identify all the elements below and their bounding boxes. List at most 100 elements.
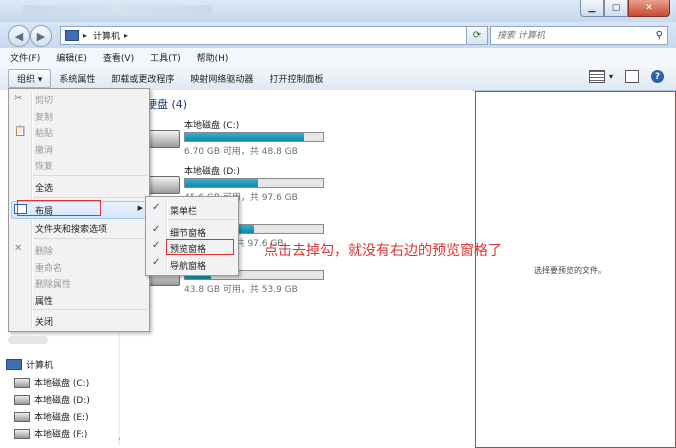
organize-button[interactable]: 组织 ▾ <box>8 68 52 88</box>
title-bar: ▁ ▢ ✕ <box>0 0 676 22</box>
paste-icon: 📋 <box>14 126 27 137</box>
drive-icon <box>146 130 180 148</box>
nav-item-computer[interactable]: 计算机 <box>6 358 53 371</box>
menu-item-rename[interactable]: 重命名 <box>35 261 62 274</box>
cut-icon: ✂ <box>14 93 23 104</box>
help-icon[interactable]: ? <box>651 70 664 83</box>
organize-menu: ✂ 剪切 复制 📋 粘贴 撤消 恢复 全选 布局 ▶ 文件夹和搜索选项 ✕ 删除… <box>8 88 150 332</box>
open-control-panel-button[interactable]: 打开控制面板 <box>261 72 331 85</box>
forward-arrow-icon: ▶ <box>36 29 46 43</box>
search-box[interactable]: ⚲ <box>490 26 668 45</box>
forward-button[interactable]: ▶ <box>30 25 52 47</box>
drive-icon <box>14 411 30 422</box>
menu-tools[interactable]: 工具(T) <box>140 51 187 64</box>
system-properties-button[interactable]: 系统属性 <box>51 72 103 85</box>
menu-item-paste[interactable]: 粘贴 <box>35 126 53 139</box>
layout-submenu: ✓ 菜单栏 ✓ 细节窗格 ✓ 预览窗格 ✓ 导航窗格 <box>145 196 239 276</box>
submenu-item-details-pane[interactable]: 细节窗格 <box>170 226 206 239</box>
menu-bar: 文件(F) 编辑(E) 查看(V) 工具(T) 帮助(H) <box>0 48 676 66</box>
menu-item-close[interactable]: 关闭 <box>35 315 53 328</box>
menu-separator <box>33 238 147 239</box>
blurred-nav-item <box>8 336 48 344</box>
nav-item-drive-d[interactable]: 本地磁盘 (D:) <box>14 393 90 406</box>
uninstall-program-button[interactable]: 卸载或更改程序 <box>103 72 182 85</box>
menu-item-undo[interactable]: 撤消 <box>35 143 53 156</box>
drive-name: 本地磁盘 (C:) <box>184 121 240 131</box>
refresh-button[interactable]: ⟳ <box>466 26 488 45</box>
menu-gutter <box>166 199 168 273</box>
menu-separator <box>168 219 236 220</box>
submenu-arrow-icon: ▶ <box>137 204 143 212</box>
breadcrumb-arrow-icon[interactable]: ▸ <box>83 31 87 40</box>
nav-label: 本地磁盘 (D:) <box>34 396 90 406</box>
drive-icon <box>14 394 30 405</box>
menu-file[interactable]: 文件(F) <box>0 51 46 64</box>
layout-highlight-box <box>17 200 101 216</box>
menu-item-remove-properties[interactable]: 删除属性 <box>35 277 71 290</box>
drive-usage-bar <box>184 132 324 142</box>
search-icon[interactable]: ⚲ <box>656 30 663 41</box>
drive-info: 43.8 GB 可用，共 53.9 GB <box>184 285 298 295</box>
check-icon: ✓ <box>152 202 161 213</box>
search-input[interactable] <box>495 29 649 42</box>
nav-label: 本地磁盘 (E:) <box>34 413 89 423</box>
drive-icon <box>146 176 180 194</box>
breadcrumb-arrow-icon[interactable]: ▸ <box>124 31 128 40</box>
submenu-item-navigation-pane[interactable]: 导航窗格 <box>170 259 206 272</box>
drive-icon <box>14 377 30 388</box>
drive-usage-bar <box>184 178 324 188</box>
delete-icon: ✕ <box>14 243 23 254</box>
annotation-text: 点击去掉勾，就没有右边的预览窗格了 <box>264 243 502 259</box>
menu-edit[interactable]: 编辑(E) <box>46 51 93 64</box>
computer-icon <box>6 359 22 370</box>
blurred-window-title <box>22 5 212 15</box>
drive-info: 6.70 GB 可用，共 48.8 GB <box>184 147 298 157</box>
drive-usage-fill <box>185 133 304 141</box>
check-icon: ✓ <box>152 257 161 268</box>
address-bar[interactable]: ▸ 计算机 ▸ ▾ <box>60 26 486 45</box>
toolbar-right: ▾ ? <box>588 70 664 83</box>
check-icon: ✓ <box>152 224 161 235</box>
nav-label: 计算机 <box>26 361 54 371</box>
drive-name: 本地磁盘 (D:) <box>184 167 240 177</box>
refresh-icon: ⟳ <box>472 30 482 41</box>
breadcrumb-computer[interactable]: 计算机 <box>93 29 120 42</box>
nav-item-drive-f[interactable]: 本地磁盘 (F:) <box>14 427 87 440</box>
window-controls: ▁ ▢ ✕ <box>580 0 670 17</box>
back-button[interactable]: ◀ <box>8 25 30 47</box>
maximize-button[interactable]: ▢ <box>604 0 628 17</box>
nav-label: 本地磁盘 (C:) <box>34 379 90 389</box>
minimize-button[interactable]: ▁ <box>580 0 604 17</box>
close-button[interactable]: ✕ <box>628 0 670 17</box>
drive-usage-fill <box>185 179 259 187</box>
menu-item-select-all[interactable]: 全选 <box>35 181 53 194</box>
menu-item-folder-options[interactable]: 文件夹和搜索选项 <box>35 222 107 235</box>
drive-icon <box>14 428 30 439</box>
menu-item-cut[interactable]: 剪切 <box>35 93 53 106</box>
computer-icon <box>65 30 79 41</box>
preview-pane-highlight-box <box>166 239 234 255</box>
nav-item-drive-e[interactable]: 本地磁盘 (E:) <box>14 410 89 423</box>
nav-label: 本地磁盘 (F:) <box>34 430 88 440</box>
menu-item-redo[interactable]: 恢复 <box>35 159 53 172</box>
menu-view[interactable]: 查看(V) <box>93 51 140 64</box>
map-network-drive-button[interactable]: 映射网络驱动器 <box>182 72 261 85</box>
hard-disks-heading: 硬盘 (4) <box>146 98 188 111</box>
menu-separator <box>33 309 147 310</box>
menu-separator <box>33 197 147 198</box>
preview-pane-toggle-icon[interactable] <box>625 70 639 83</box>
menu-item-delete[interactable]: 删除 <box>35 244 53 257</box>
menu-help[interactable]: 帮助(H) <box>187 51 235 64</box>
menu-item-properties[interactable]: 属性 <box>35 294 53 307</box>
preview-pane: 选择要预览的文件。 <box>475 91 676 448</box>
submenu-item-menu-bar[interactable]: 菜单栏 <box>170 204 197 217</box>
drive-tile[interactable]: 本地磁盘 (C:) 6.70 GB 可用，共 48.8 GB <box>144 118 334 158</box>
back-arrow-icon: ◀ <box>14 29 24 43</box>
view-dropdown-icon[interactable]: ▾ <box>609 72 613 81</box>
menu-separator <box>33 175 147 176</box>
address-row: ◀ ▶ ▸ 计算机 ▸ ▾ ⟳ ⚲ <box>0 22 676 48</box>
menu-item-copy[interactable]: 复制 <box>35 110 53 123</box>
preview-placeholder-text: 选择要预览的文件。 <box>534 266 606 275</box>
change-view-icon[interactable] <box>588 70 605 83</box>
nav-item-drive-c[interactable]: 本地磁盘 (C:) <box>14 376 89 389</box>
